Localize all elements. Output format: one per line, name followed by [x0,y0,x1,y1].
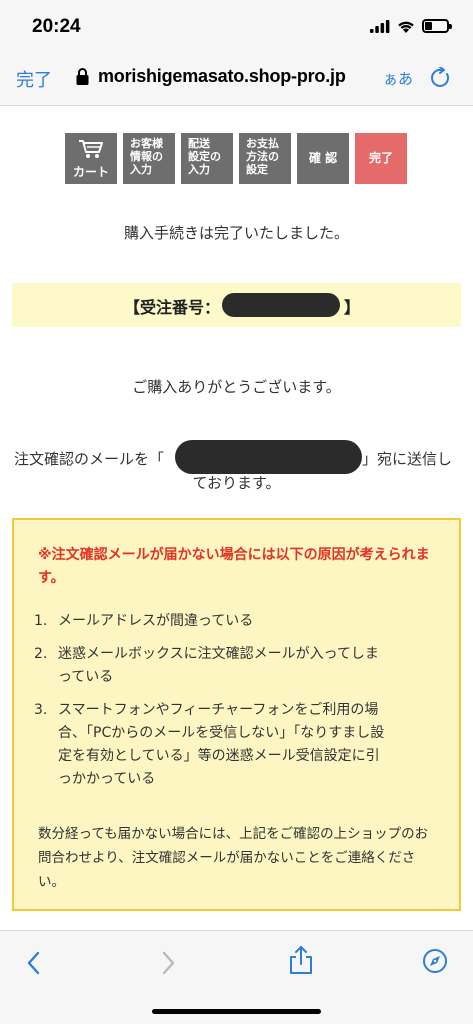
mail-message-line2: ております。 [192,474,281,492]
step-label: 確 認 [308,151,338,165]
wifi-icon [398,21,414,33]
status-icons [370,19,452,33]
list-text: 迷惑メールボックスに注文確認メールが入ってしまっている [58,646,379,685]
list-number: 2. [34,646,48,662]
warning-title: ※注文確認メールが届かない場合には以下の原因が考えられます。 [38,547,430,586]
warning-footer: 数分経っても届かない場合には、上記をご確認の上ショップのお問合わせより、注文確認… [38,826,429,890]
checkout-steps: カート お客様 情報の 入力 配送 設定の 入力 お支払 方法の 設定 確 認 … [65,133,407,184]
home-indicator [152,1009,321,1014]
step-label-line: お支払 [246,137,279,150]
redacted-order-number [222,293,340,317]
list-number: 1. [34,613,48,629]
signal-icon [370,19,390,33]
step-label-line: 入力 [188,163,210,176]
order-number-close: 】 [344,298,361,317]
list-text: スマートフォンやフィーチャーフォンをご利用の場合、「PCからのメールを受信しない… [58,702,385,787]
step-cart: カート [65,133,117,184]
step-delivery: 配送 設定の 入力 [181,133,233,184]
step-label-line: 方法の [246,150,279,163]
done-button[interactable]: 完了 [16,66,52,92]
step-confirm: 確 認 [297,133,349,184]
forward-icon[interactable] [158,949,178,977]
step-customer-info: お客様 情報の 入力 [123,133,175,184]
thanks-message: ご購入ありがとうございます。 [132,378,341,396]
step-label-line: 入力 [130,163,152,176]
step-label: 完了 [368,151,393,165]
step-label-line: 設定 [246,163,268,176]
list-item: 1. メールアドレスが間違っている [34,610,454,633]
list-item: 2. 迷惑メールボックスに注文確認メールが入ってしまっている [34,643,454,689]
compass-icon[interactable] [422,948,448,974]
lock-icon [76,68,89,85]
url-text[interactable]: morishigemasato.shop-pro.jp [98,66,346,87]
battery-icon [422,19,452,33]
step-label-line: 情報の [130,150,163,163]
list-item: 3. スマートフォンやフィーチャーフォンをご利用の場合、「PCからのメールを受信… [34,699,454,791]
step-label-line: 設定の [188,150,221,163]
warning-list: 1. メールアドレスが間違っている 2. 迷惑メールボックスに注文確認メールが入… [34,610,454,801]
step-label: カート [72,165,109,179]
redacted-email [175,440,362,474]
reload-icon[interactable] [430,67,452,89]
step-complete: 完了 [355,133,407,184]
step-label-line: 配送 [188,137,210,150]
list-text: メールアドレスが間違っている [58,613,254,629]
step-payment: お支払 方法の 設定 [239,133,291,184]
cart-icon [79,140,103,158]
mail-message-cont: 」宛に送信し [362,450,453,468]
browser-toolbar [0,930,473,1024]
order-number-box: 【受注番号： 】 [12,283,461,327]
browser-url-bar: 完了 morishigemasato.shop-pro.jp ぁあ [0,52,473,106]
complete-message: 購入手続きは完了いたしました。 [123,224,349,242]
list-number: 3. [34,702,48,718]
status-time: 20:24 [32,16,81,37]
order-number-label: 【受注番号： [124,298,221,317]
share-icon[interactable] [288,945,314,975]
warning-box: ※注文確認メールが届かない場合には以下の原因が考えられます。 1. メールアドレ… [12,518,461,911]
back-icon[interactable] [24,949,44,977]
text-size-button[interactable]: ぁあ [383,68,413,89]
status-bar: 20:24 [0,0,473,52]
step-label-line: お客様 [130,137,163,150]
mail-message: 注文確認のメールを「 [14,450,165,468]
